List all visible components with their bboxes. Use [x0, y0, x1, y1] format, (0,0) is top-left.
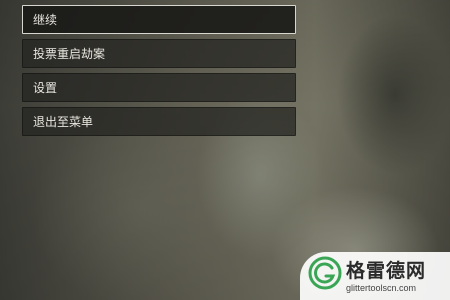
logo-icon [308, 256, 342, 290]
menu-item-label: 设置 [33, 81, 58, 95]
pause-menu: 继续 投票重启劫案 设置 退出至菜单 [22, 5, 296, 141]
watermark-url-text: glittertoolscn.com [346, 283, 417, 293]
menu-item-vote-restart-heist[interactable]: 投票重启劫案 [22, 39, 296, 68]
watermark-brand-text: 格雷德网 [346, 260, 427, 282]
menu-item-exit-to-menu[interactable]: 退出至菜单 [22, 107, 296, 136]
menu-item-continue[interactable]: 继续 [22, 5, 296, 34]
menu-item-label: 继续 [33, 13, 58, 27]
menu-item-settings[interactable]: 设置 [22, 73, 296, 102]
menu-item-label: 投票重启劫案 [33, 47, 106, 61]
menu-item-label: 退出至菜单 [33, 115, 94, 129]
site-watermark: 格雷德网 glittertoolscn.com [300, 252, 450, 300]
